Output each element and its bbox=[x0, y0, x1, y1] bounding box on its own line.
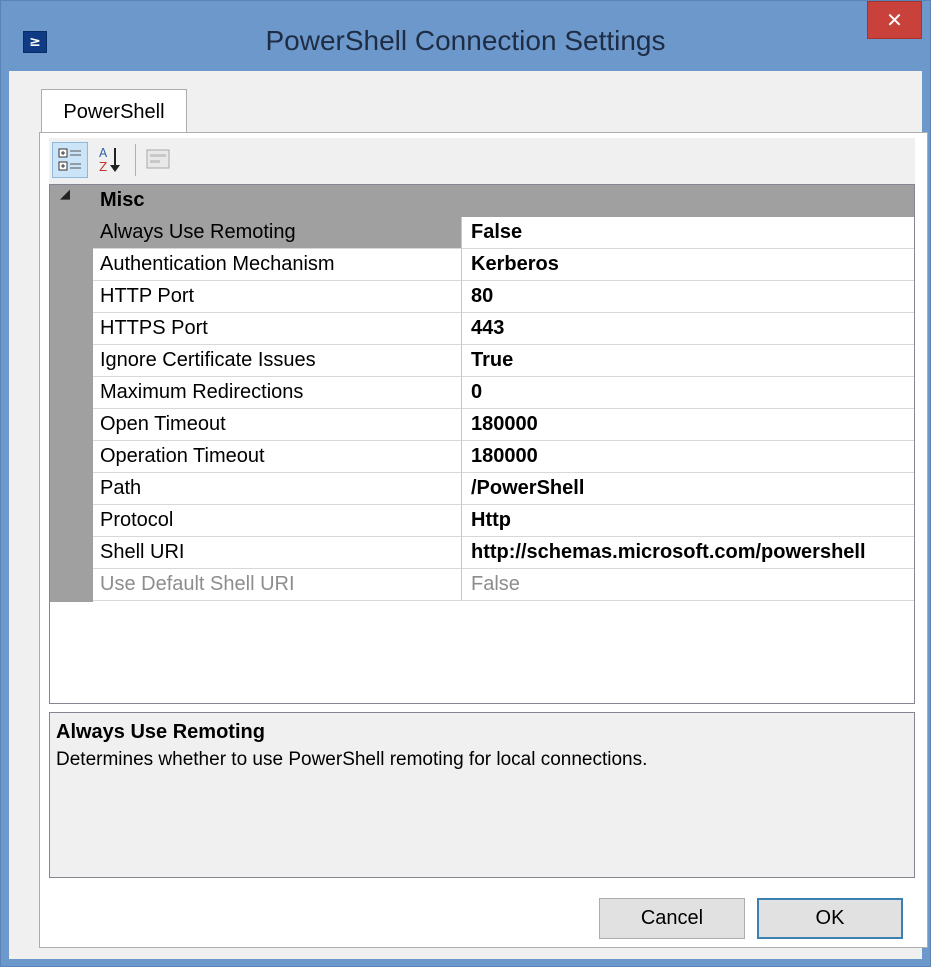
window-title: PowerShell Connection Settings bbox=[265, 25, 666, 56]
property-name: Operation Timeout bbox=[93, 441, 462, 473]
property-value[interactable]: /PowerShell bbox=[462, 473, 914, 505]
property-value[interactable]: 180000 bbox=[462, 441, 914, 473]
property-row-use-default-shell-uri[interactable]: Use Default Shell URI False bbox=[93, 569, 914, 601]
property-value[interactable]: 443 bbox=[462, 313, 914, 345]
toolbar-separator bbox=[135, 144, 136, 176]
help-title: Always Use Remoting bbox=[56, 721, 265, 743]
svg-text:A: A bbox=[99, 146, 108, 160]
property-value[interactable]: 80 bbox=[462, 281, 914, 313]
dialog-window: ≥ PowerShell Connection Settings ✕ Power… bbox=[0, 0, 931, 967]
alphabetical-sort-button[interactable]: A Z bbox=[93, 142, 129, 178]
categorized-view-button[interactable] bbox=[52, 142, 88, 178]
svg-text:Z: Z bbox=[99, 160, 107, 174]
property-row-https-port[interactable]: HTTPS Port 443 bbox=[93, 313, 914, 345]
property-value[interactable]: 180000 bbox=[462, 409, 914, 441]
tab-powershell[interactable]: PowerShell bbox=[41, 89, 187, 134]
property-row-always-use-remoting[interactable]: Always Use Remoting False bbox=[93, 217, 914, 249]
property-value[interactable]: Kerberos bbox=[462, 249, 914, 281]
property-name: Ignore Certificate Issues bbox=[93, 345, 462, 377]
close-icon: ✕ bbox=[886, 8, 903, 32]
property-grid-toolbar: A Z bbox=[49, 138, 915, 184]
property-row-open-timeout[interactable]: Open Timeout 180000 bbox=[93, 409, 914, 441]
property-row-http-port[interactable]: HTTP Port 80 bbox=[93, 281, 914, 313]
help-pane: Always Use Remoting Determines whether t… bbox=[49, 712, 915, 878]
property-name: Authentication Mechanism bbox=[93, 249, 462, 281]
property-value[interactable]: 0 bbox=[462, 377, 914, 409]
property-value[interactable]: Http bbox=[462, 505, 914, 537]
property-name: Use Default Shell URI bbox=[93, 569, 462, 601]
tab-panel: A Z ◢ Misc Always Use Remoting False Aut… bbox=[39, 132, 928, 948]
close-button[interactable]: ✕ bbox=[867, 1, 922, 39]
property-name: Always Use Remoting bbox=[93, 217, 462, 249]
property-row-maximum-redirections[interactable]: Maximum Redirections 0 bbox=[93, 377, 914, 409]
property-value[interactable]: True bbox=[462, 345, 914, 377]
property-grid[interactable]: ◢ Misc Always Use Remoting False Authent… bbox=[49, 184, 915, 704]
property-value[interactable]: http://schemas.microsoft.com/powershell bbox=[462, 537, 914, 569]
category-label: Misc bbox=[100, 189, 145, 211]
property-row-path[interactable]: Path /PowerShell bbox=[93, 473, 914, 505]
property-row-shell-uri[interactable]: Shell URI http://schemas.microsoft.com/p… bbox=[93, 537, 914, 569]
cancel-button[interactable]: Cancel bbox=[599, 898, 745, 939]
categorized-view-icon bbox=[58, 148, 81, 171]
property-name: Path bbox=[93, 473, 462, 505]
alphabetical-sort-icon: A Z bbox=[99, 146, 120, 174]
property-pages-button[interactable] bbox=[141, 142, 177, 178]
ok-button[interactable]: OK bbox=[757, 898, 903, 939]
property-name: HTTP Port bbox=[93, 281, 462, 313]
property-row-protocol[interactable]: Protocol Http bbox=[93, 505, 914, 537]
property-row-ignore-certificate-issues[interactable]: Ignore Certificate Issues True bbox=[93, 345, 914, 377]
category-row-misc[interactable]: ◢ Misc bbox=[50, 185, 914, 217]
collapse-arrow-icon[interactable]: ◢ bbox=[60, 187, 70, 202]
property-name: HTTPS Port bbox=[93, 313, 462, 345]
property-value[interactable]: False bbox=[462, 217, 914, 249]
dialog-body: PowerShell A Z ◢ Misc Always Use Remotin… bbox=[9, 71, 928, 959]
property-name: Open Timeout bbox=[93, 409, 462, 441]
property-value: False bbox=[462, 569, 914, 601]
property-row-authentication-mechanism[interactable]: Authentication Mechanism Kerberos bbox=[93, 249, 914, 281]
property-name: Maximum Redirections bbox=[93, 377, 462, 409]
grid-gutter bbox=[50, 217, 93, 602]
property-row-operation-timeout[interactable]: Operation Timeout 180000 bbox=[93, 441, 914, 473]
property-name: Shell URI bbox=[93, 537, 462, 569]
help-description: Determines whether to use PowerShell rem… bbox=[56, 749, 648, 770]
property-pages-icon bbox=[146, 149, 170, 169]
property-name: Protocol bbox=[93, 505, 462, 537]
